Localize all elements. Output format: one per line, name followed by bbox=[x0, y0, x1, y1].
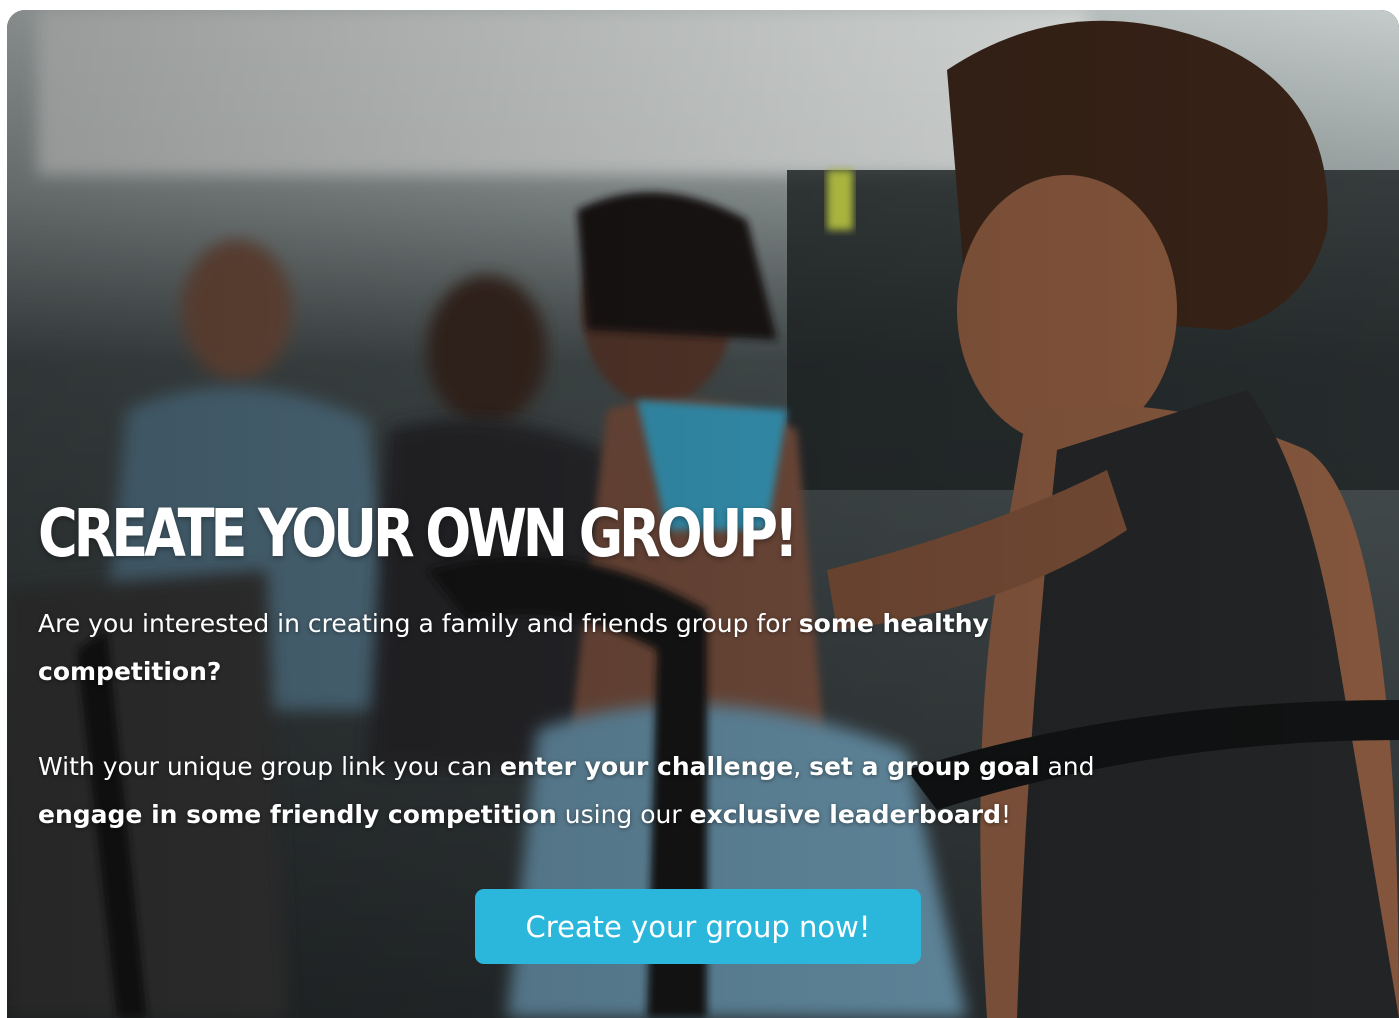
details-text-2: , bbox=[793, 752, 810, 781]
details-bold-2: set a group goal bbox=[809, 752, 1040, 781]
details-bold-3: engage in some friendly competition bbox=[38, 800, 557, 829]
details-text-1: With your unique group link you can bbox=[38, 752, 500, 781]
details-bold-1: enter your challenge bbox=[500, 752, 794, 781]
create-group-button[interactable]: Create your group now! bbox=[475, 889, 921, 964]
hero-content: CREATE YOUR OWN GROUP! Are you intereste… bbox=[38, 488, 1158, 839]
hero-title: CREATE YOUR OWN GROUP! bbox=[38, 495, 799, 572]
details-paragraph: With your unique group link you can ente… bbox=[38, 743, 1148, 839]
intro-paragraph: Are you interested in creating a family … bbox=[38, 600, 1018, 696]
details-text-4: using our bbox=[556, 800, 690, 829]
details-bold-4: exclusive leaderboard bbox=[689, 800, 1002, 829]
intro-text: Are you interested in creating a family … bbox=[38, 609, 799, 638]
details-text-3: and bbox=[1039, 752, 1095, 781]
details-text-5: ! bbox=[1001, 800, 1012, 829]
